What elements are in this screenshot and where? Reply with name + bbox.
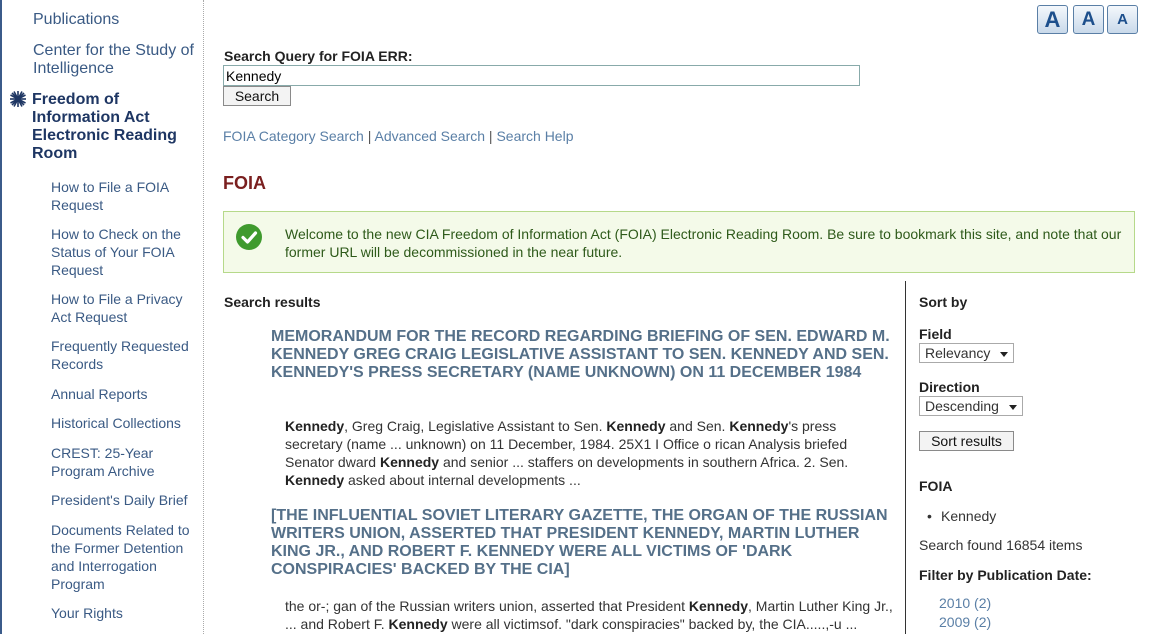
sidebar-subitem-detention-program[interactable]: Documents Related to the Former Detentio… xyxy=(51,521,201,593)
snippet-text: and Sen. xyxy=(665,418,730,434)
highlighted-term: Kennedy xyxy=(285,418,345,434)
year-filter-link[interactable]: 2009 (2) xyxy=(939,614,991,630)
notice-text: Welcome to the new CIA Freedom of Inform… xyxy=(285,226,1122,260)
sidebar-item-foia-reading-room[interactable]: Freedom of Information Act Electronic Re… xyxy=(32,91,192,163)
snippet-text: the or-; gan of the Russian writers unio… xyxy=(285,598,689,614)
welcome-notice: Welcome to the new CIA Freedom of Inform… xyxy=(223,211,1135,273)
field-select[interactable]: Relevancy xyxy=(919,343,1014,363)
direction-select[interactable]: Descending xyxy=(919,396,1023,416)
sidebar-subitem-your-rights[interactable]: Your Rights xyxy=(51,604,201,622)
separator: | xyxy=(367,128,372,144)
facet-item-kennedy: Kennedy xyxy=(941,508,997,524)
sidebar-subitem-historical-collections[interactable]: Historical Collections xyxy=(51,414,201,432)
sidebar-subitem-annual-reports[interactable]: Annual Reports xyxy=(51,385,201,403)
snippet-text: , Greg Craig, Legislative Assistant to S… xyxy=(344,418,607,434)
highlighted-term: Kennedy xyxy=(388,616,448,632)
chevron-down-icon xyxy=(1000,352,1008,357)
sidebar-subitem-file-foia[interactable]: How to File a FOIA Request xyxy=(51,178,201,214)
result-snippet: Kennedy, Greg Craig, Legislative Assista… xyxy=(285,417,895,489)
search-input[interactable] xyxy=(223,65,860,86)
sort-results-button[interactable]: Sort results xyxy=(919,431,1014,451)
starburst-icon xyxy=(10,91,26,107)
sidebar-subitem-crest[interactable]: CREST: 25-Year Program Archive xyxy=(51,444,201,480)
highlighted-term: Kennedy xyxy=(729,418,789,434)
sidebar-item-csi-line2: Intelligence xyxy=(33,60,114,77)
search-button[interactable]: Search xyxy=(223,86,291,106)
sort-by-heading: Sort by xyxy=(919,294,968,310)
snippet-text: were all victimsof. "dark conspiracies" … xyxy=(447,616,858,632)
page-title: FOIA xyxy=(223,173,266,193)
field-label: Field xyxy=(919,326,952,342)
sidebar-item-csi-line1: Center for the Study of xyxy=(33,42,194,59)
snippet-text: asked about internal developments ... xyxy=(344,472,581,488)
highlighted-term: Kennedy xyxy=(688,598,749,614)
date-filter-heading: Filter by Publication Date: xyxy=(919,567,1092,583)
highlighted-term: Kennedy xyxy=(285,472,345,488)
text-size-small-button[interactable]: A xyxy=(1107,5,1138,34)
highlighted-term: Kennedy xyxy=(379,454,440,470)
result-title-link[interactable]: [THE INFLUENTIAL SOVIET LITERARY GAZETTE… xyxy=(271,507,891,579)
text-size-large-button[interactable]: A xyxy=(1037,5,1068,34)
sidebar-subitem-pdb[interactable]: President's Daily Brief xyxy=(51,491,201,509)
search-results-heading: Search results xyxy=(224,294,321,310)
sidebar: Publications Center for the Study of Int… xyxy=(2,0,204,634)
result-snippet: the or-; gan of the Russian writers unio… xyxy=(285,597,895,633)
sidebar-item-publications[interactable]: Publications xyxy=(33,11,119,29)
search-links: FOIA Category Search | Advanced Search |… xyxy=(223,128,574,144)
sidebar-subitem-check-status[interactable]: How to Check on the Status of Your FOIA … xyxy=(51,225,201,279)
result-title-link[interactable]: MEMORANDUM FOR THE RECORD REGARDING BRIE… xyxy=(271,328,891,382)
separator: | xyxy=(488,128,493,144)
check-icon xyxy=(236,224,262,250)
text-size-medium-button[interactable]: A xyxy=(1073,5,1104,34)
direction-select-value: Descending xyxy=(925,398,999,414)
chevron-down-icon xyxy=(1009,405,1017,410)
search-label: Search Query for FOIA ERR: xyxy=(224,48,413,64)
search-count: Search found 16854 items xyxy=(919,537,1083,553)
sidebar-subitem-frequently-requested[interactable]: Frequently Requested Records xyxy=(51,337,201,373)
field-select-value: Relevancy xyxy=(925,345,991,361)
highlighted-term: Kennedy xyxy=(606,418,666,434)
column-divider xyxy=(905,281,906,634)
facet-bullet: • xyxy=(927,508,932,524)
direction-label: Direction xyxy=(919,379,980,395)
year-filter-link[interactable]: 2010 (2) xyxy=(939,595,991,611)
advanced-search-link[interactable]: Advanced Search xyxy=(375,128,486,144)
sidebar-subitem-privacy-act[interactable]: How to File a Privacy Act Request xyxy=(51,290,201,326)
facet-heading: FOIA xyxy=(919,478,953,494)
sidebar-item-csi[interactable]: Center for the Study of Intelligence xyxy=(33,42,194,78)
foia-category-search-link[interactable]: FOIA Category Search xyxy=(223,128,364,144)
search-help-link[interactable]: Search Help xyxy=(496,128,573,144)
snippet-text: and senior ... staffers on developments … xyxy=(439,454,849,470)
